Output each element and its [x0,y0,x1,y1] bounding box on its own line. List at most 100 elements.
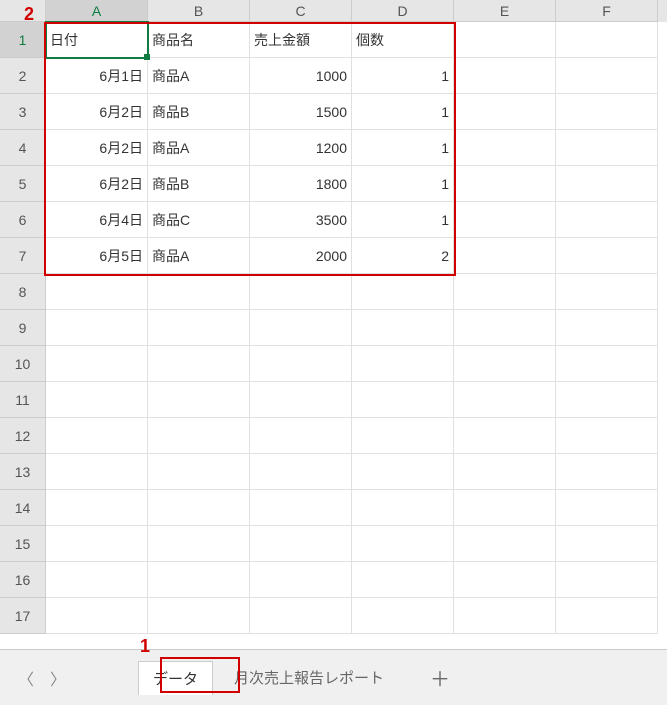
cell-d5[interactable]: 1 [352,166,454,202]
cell-b6[interactable]: 商品C [148,202,250,238]
cell[interactable] [556,274,658,310]
cell-f2[interactable] [556,58,658,94]
cell[interactable] [454,562,556,598]
cell[interactable] [454,382,556,418]
cell[interactable] [46,454,148,490]
row-header-12[interactable]: 12 [0,418,46,454]
cell[interactable] [250,598,352,634]
cell[interactable] [46,346,148,382]
cell[interactable] [556,490,658,526]
cell-c4[interactable]: 1200 [250,130,352,166]
row-header-1[interactable]: 1 [0,22,46,58]
row-header-5[interactable]: 5 [0,166,46,202]
cell[interactable] [556,310,658,346]
row-header-8[interactable]: 8 [0,274,46,310]
row-header-17[interactable]: 17 [0,598,46,634]
col-header-b[interactable]: B [148,0,250,22]
cell[interactable] [46,418,148,454]
col-header-d[interactable]: D [352,0,454,22]
cell[interactable] [148,346,250,382]
row-header-3[interactable]: 3 [0,94,46,130]
cell-c3[interactable]: 1500 [250,94,352,130]
cell[interactable] [148,454,250,490]
cell[interactable] [148,562,250,598]
cell-b3[interactable]: 商品B [148,94,250,130]
cell[interactable] [148,490,250,526]
sheet-tab-report[interactable]: 月次売上報告レポート [219,660,399,695]
row-header-13[interactable]: 13 [0,454,46,490]
cell-f5[interactable] [556,166,658,202]
cell[interactable] [352,526,454,562]
cell[interactable] [454,490,556,526]
cell[interactable] [250,310,352,346]
cell[interactable] [556,382,658,418]
cell-d3[interactable]: 1 [352,94,454,130]
cell[interactable] [556,454,658,490]
cell-f7[interactable] [556,238,658,274]
sheet-nav-prev[interactable]: 〈 [14,666,38,690]
cell[interactable] [556,346,658,382]
cell[interactable] [148,526,250,562]
cell[interactable] [250,418,352,454]
row-header-14[interactable]: 14 [0,490,46,526]
cell-d6[interactable]: 1 [352,202,454,238]
cell[interactable] [454,346,556,382]
cell-e2[interactable] [454,58,556,94]
cell-c6[interactable]: 3500 [250,202,352,238]
row-header-9[interactable]: 9 [0,310,46,346]
cell[interactable] [454,274,556,310]
row-header-11[interactable]: 11 [0,382,46,418]
cell[interactable] [454,310,556,346]
cell-a1[interactable]: 日付 [46,22,148,58]
cell[interactable] [46,598,148,634]
cell[interactable] [46,310,148,346]
cell[interactable] [46,526,148,562]
cell-c1[interactable]: 売上金額 [250,22,352,58]
cell-a2[interactable]: 6月1日 [46,58,148,94]
cell-e4[interactable] [454,130,556,166]
row-header-6[interactable]: 6 [0,202,46,238]
select-all-corner[interactable] [0,0,46,22]
cell[interactable] [556,418,658,454]
cell[interactable] [46,562,148,598]
cell[interactable] [556,562,658,598]
cell[interactable] [250,274,352,310]
cell-f3[interactable] [556,94,658,130]
row-header-15[interactable]: 15 [0,526,46,562]
cell-b7[interactable]: 商品A [148,238,250,274]
cell[interactable] [454,418,556,454]
cell-e3[interactable] [454,94,556,130]
col-header-a[interactable]: A [46,0,148,22]
cell[interactable] [454,454,556,490]
row-header-2[interactable]: 2 [0,58,46,94]
cell-b2[interactable]: 商品A [148,58,250,94]
cell[interactable] [352,382,454,418]
cell[interactable] [352,562,454,598]
cell[interactable] [46,382,148,418]
cell-d2[interactable]: 1 [352,58,454,94]
cell[interactable] [250,346,352,382]
cell[interactable] [352,598,454,634]
cell-e7[interactable] [454,238,556,274]
cell-f4[interactable] [556,130,658,166]
cell-d4[interactable]: 1 [352,130,454,166]
col-header-c[interactable]: C [250,0,352,22]
cell[interactable] [454,598,556,634]
cell[interactable] [148,418,250,454]
cell[interactable] [250,454,352,490]
cell[interactable] [454,526,556,562]
row-header-16[interactable]: 16 [0,562,46,598]
cell-a4[interactable]: 6月2日 [46,130,148,166]
cell-a5[interactable]: 6月2日 [46,166,148,202]
cell[interactable] [352,274,454,310]
cell-c7[interactable]: 2000 [250,238,352,274]
cell[interactable] [46,490,148,526]
cell[interactable] [352,418,454,454]
cell[interactable] [148,274,250,310]
cell-d7[interactable]: 2 [352,238,454,274]
cell[interactable] [250,562,352,598]
cell-b1[interactable]: 商品名 [148,22,250,58]
row-header-7[interactable]: 7 [0,238,46,274]
cell-f1[interactable] [556,22,658,58]
sheet-tab-data[interactable]: データ [138,661,213,695]
